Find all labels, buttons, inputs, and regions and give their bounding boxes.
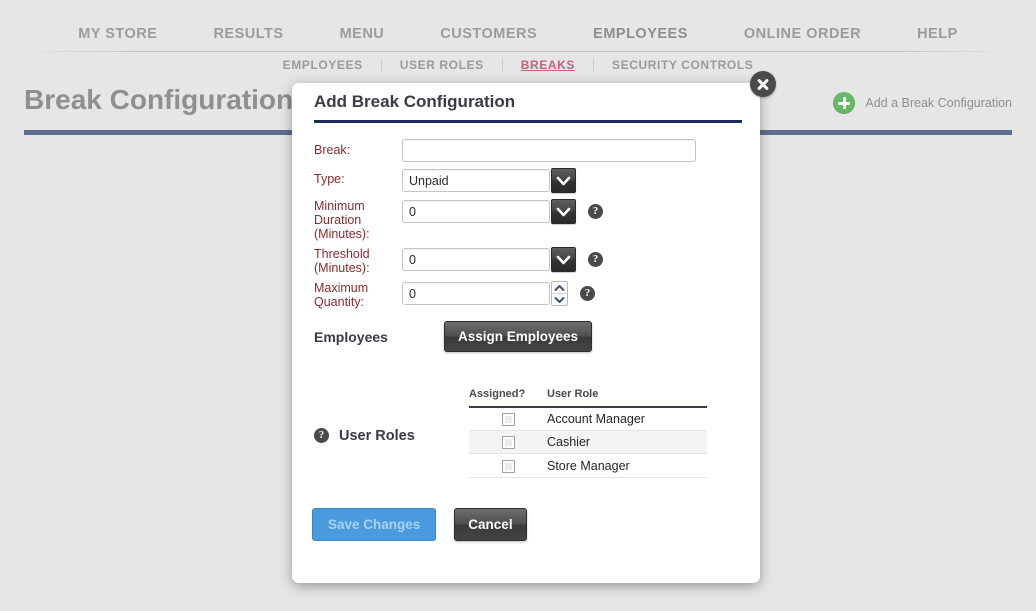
secondary-navigation: EMPLOYEES USER ROLES BREAKS SECURITY CONTRO… [0,58,1036,72]
app-root: MY STORE RESULTS MENU CUSTOMERS EMPLOYEES ONL… [0,0,1036,611]
subnav-item-security-controls[interactable]: SECURITY CONTROLS [594,58,771,72]
nav-item-menu[interactable]: MENU [312,26,413,51]
assign-employees-button[interactable]: Assign Employees [444,321,593,352]
maximum-quantity-stepper-value[interactable] [402,282,550,305]
minimum-duration-select[interactable] [402,199,576,224]
type-select-value[interactable] [402,169,550,192]
plus-circle-icon [833,92,856,114]
add-break-configuration-label: Add a Break Configuration [865,96,1012,110]
form-row: Type: [314,168,734,193]
user-roles-help-icon[interactable]: ? [314,428,329,444]
nav-item-online-order[interactable]: ONLINE ORDER [716,26,889,51]
page-title: Break Configuration [24,84,294,115]
employees-section: Employees Assign Employees [314,321,593,352]
table-row: Account Manager [469,407,707,432]
form-row: Break: [314,139,734,162]
save-changes-button[interactable]: Save Changes [312,508,437,541]
threshold-select-value[interactable] [402,248,550,271]
user-roles-title: User Roles [339,427,415,444]
control-wrapper [402,168,576,193]
nav-item-results[interactable]: RESULTS [185,26,311,51]
stepper-down-icon[interactable] [552,294,567,305]
assigned-cell [469,407,547,432]
table-row: Cashier [469,430,707,455]
form-row: Maximum Quantity:? [314,281,734,309]
break-configuration-form: Break:Type:Minimum Duration (Minutes):?T… [314,139,734,315]
nav-item-employees[interactable]: EMPLOYEES [565,26,716,51]
type-select[interactable] [402,168,576,193]
add-break-configuration-link[interactable]: Add a Break Configuration [833,92,1012,114]
user-role-cell: Store Manager [547,453,707,478]
table-row: Store Manager [469,453,707,478]
maximum-quantity-stepper[interactable] [402,281,568,306]
control-wrapper: ? [402,281,595,306]
nav-divider [22,51,1014,52]
chevron-down-icon[interactable] [551,199,576,224]
column-header-user-role: User Role [547,388,707,408]
assigned-cell [469,453,547,478]
chevron-down-icon[interactable] [551,247,576,272]
close-icon[interactable] [750,71,776,97]
control-wrapper: ? [402,199,603,224]
subnav-item-user-roles[interactable]: USER ROLES [382,58,502,72]
subnav-item-employees[interactable]: EMPLOYEES [265,58,381,72]
cancel-button[interactable]: Cancel [454,508,527,541]
assigned-checkbox[interactable] [501,436,515,450]
dialog-footer: Save Changes Cancel [312,508,527,541]
assigned-checkbox[interactable] [501,459,515,473]
subnav-item-breaks[interactable]: BREAKS [503,58,593,72]
user-role-cell: Cashier [547,430,707,455]
table-header-row: Assigned? User Role [469,388,707,408]
help-icon[interactable]: ? [588,252,603,267]
label-threshold-select: Threshold (Minutes): [314,247,370,275]
column-header-assigned: Assigned? [469,388,547,408]
help-icon[interactable]: ? [580,286,595,301]
dialog-title-rule [314,120,742,123]
control-wrapper: ? [402,247,603,272]
stepper-up-icon[interactable] [552,282,567,294]
minimum-duration-select-value[interactable] [402,200,550,223]
label-maximum-quantity-stepper: Maximum Quantity: [314,281,369,309]
stepper-control[interactable] [551,281,568,306]
primary-navigation: MY STORE RESULTS MENU CUSTOMERS EMPLOYEES ONL… [0,0,1036,52]
user-roles-section: ? User Roles Assigned? User Role Account… [314,388,707,478]
nav-item-my-store[interactable]: MY STORE [50,26,185,51]
user-roles-table: Assigned? User Role Account Manager Cashi… [469,388,707,478]
label-minimum-duration-select: Minimum Duration (Minutes): [314,199,370,241]
nav-item-help[interactable]: HELP [889,26,986,51]
form-row: Threshold (Minutes):? [314,247,734,275]
threshold-select[interactable] [402,247,576,272]
control-wrapper [402,139,696,162]
assigned-cell [469,430,547,455]
user-role-cell: Account Manager [547,407,707,432]
chevron-down-icon[interactable] [551,168,576,193]
nav-item-customers[interactable]: CUSTOMERS [412,26,565,51]
dialog-title: Add Break Configuration [314,92,516,111]
add-break-configuration-dialog: Add Break Configuration Break: Type: Minim… [292,71,776,583]
assigned-checkbox[interactable] [501,413,515,427]
help-icon[interactable]: ? [588,204,603,219]
form-row: Minimum Duration (Minutes):? [314,199,734,241]
break-name-field[interactable] [402,139,696,162]
label-type-select: Type: [314,172,345,186]
employees-label: Employees [314,328,388,345]
label-break-name-field: Break: [314,143,351,157]
